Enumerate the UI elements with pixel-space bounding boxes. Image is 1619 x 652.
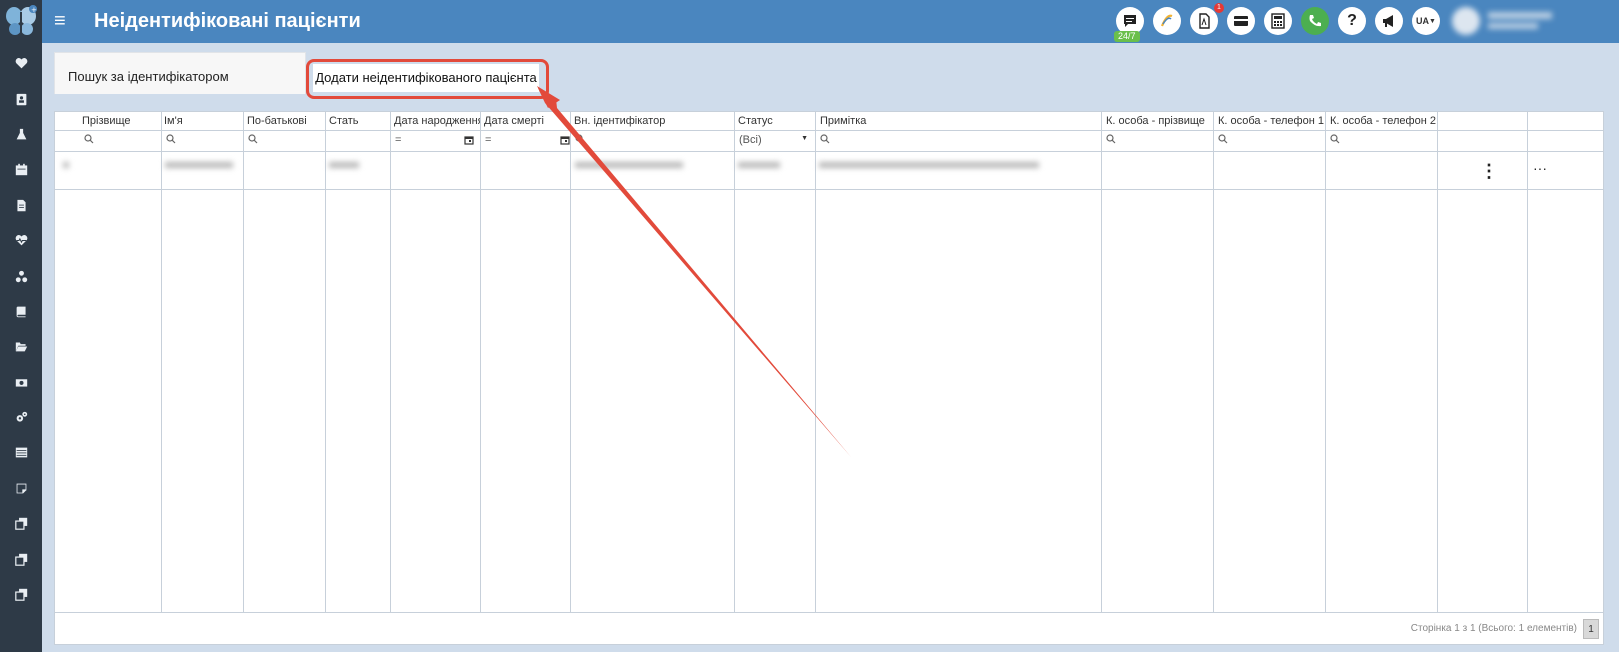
- equals-operator[interactable]: =: [395, 134, 401, 146]
- calendar-icon[interactable]: [464, 135, 474, 145]
- col-header-patronymic[interactable]: По-батькові: [244, 112, 324, 131]
- language-label: UA: [1416, 16, 1430, 26]
- pager-summary: Сторінка 1 з 1 (Всього: 1 елементів): [1410, 623, 1577, 634]
- helsi-icon[interactable]: [1153, 7, 1181, 35]
- calculator-icon[interactable]: [1264, 7, 1292, 35]
- list-icon[interactable]: [0, 435, 42, 470]
- search-icon: [1106, 134, 1116, 144]
- filter-note[interactable]: [817, 131, 1101, 152]
- language-selector[interactable]: UA ▼: [1412, 7, 1440, 35]
- filter-name[interactable]: [163, 131, 241, 152]
- hamburger-icon[interactable]: ≡: [54, 11, 66, 31]
- row-actions-menu-icon[interactable]: ⋮: [1480, 162, 1498, 180]
- note-icon[interactable]: [0, 471, 42, 506]
- filter-patronymic[interactable]: [245, 131, 323, 152]
- filter-contact-surname[interactable]: [1103, 131, 1213, 152]
- calendar-icon[interactable]: [560, 135, 570, 145]
- search-icon: [820, 134, 830, 144]
- notification-badge: 1: [1214, 3, 1224, 13]
- grid-pager: Сторінка 1 з 1 (Всього: 1 елементів) 1: [55, 612, 1603, 644]
- sidebar: +: [0, 0, 42, 652]
- phone-icon[interactable]: [1301, 7, 1329, 35]
- settings-icon[interactable]: [0, 400, 42, 435]
- heart-icon[interactable]: [0, 46, 42, 81]
- card-icon[interactable]: [1227, 7, 1255, 35]
- filter-death-date[interactable]: =: [482, 131, 570, 152]
- blurred-row-content: [55, 154, 1105, 200]
- more-options-icon[interactable]: ···: [1533, 160, 1547, 176]
- page-title: Неідентифіковані пацієнти: [94, 10, 361, 32]
- col-header-internal-id[interactable]: Вн. ідентифікатор: [571, 112, 735, 131]
- copy-icon-2[interactable]: [0, 541, 42, 576]
- col-header-birth-date[interactable]: Дата народження: [391, 112, 481, 131]
- filter-birth-date[interactable]: =: [392, 131, 480, 152]
- tab-search-by-id[interactable]: Пошук за ідентифікатором: [54, 52, 306, 94]
- user-name-line: [1488, 12, 1552, 19]
- heartbeat-icon[interactable]: [0, 223, 42, 258]
- money-icon[interactable]: [0, 365, 42, 400]
- equals-operator[interactable]: =: [485, 134, 491, 146]
- col-header-contact-phone-2[interactable]: К. особа - телефон 2: [1327, 112, 1439, 131]
- support-247-badge: 24/7: [1114, 31, 1140, 42]
- filter-contact-phone-1[interactable]: [1215, 131, 1325, 152]
- calendar-icon[interactable]: [0, 152, 42, 187]
- page-button[interactable]: 1: [1583, 619, 1599, 639]
- user-profile[interactable]: [1452, 7, 1562, 35]
- patients-grid: Прізвище Ім'я По-батькові Стать Дата нар…: [54, 111, 1604, 645]
- svg-text:+: +: [31, 6, 37, 14]
- pdf-icon[interactable]: [1190, 7, 1218, 35]
- filter-surname[interactable]: [81, 131, 159, 152]
- search-icon: [166, 134, 176, 144]
- filter-status-select[interactable]: (Всі) ▼: [736, 131, 814, 152]
- filter-internal-id[interactable]: [572, 131, 732, 152]
- folder-open-icon[interactable]: [0, 329, 42, 364]
- col-header-note[interactable]: Примітка: [817, 112, 1103, 131]
- contact-card-icon[interactable]: [0, 81, 42, 116]
- col-header-contact-surname[interactable]: К. особа - прізвище: [1103, 112, 1215, 131]
- col-header-sex[interactable]: Стать: [326, 112, 390, 131]
- butterfly-logo[interactable]: +: [4, 4, 38, 38]
- search-icon: [1330, 134, 1340, 144]
- book-icon[interactable]: [0, 294, 42, 329]
- user-role-line: [1488, 23, 1538, 29]
- col-header-contact-phone-1[interactable]: К. особа - телефон 1: [1215, 112, 1327, 131]
- document-icon[interactable]: [0, 188, 42, 223]
- megaphone-icon[interactable]: [1375, 7, 1403, 35]
- copy-icon[interactable]: [0, 506, 42, 541]
- search-icon: [1218, 134, 1228, 144]
- avatar: [1452, 7, 1480, 35]
- search-icon: [575, 134, 585, 144]
- hierarchy-icon[interactable]: [0, 258, 42, 293]
- col-header-status[interactable]: Статус: [735, 112, 817, 131]
- status-filter-value: (Всі): [739, 134, 762, 146]
- copy-icon-3[interactable]: [0, 577, 42, 612]
- grid-header: Прізвище Ім'я По-батькові Стать Дата нар…: [55, 112, 1603, 131]
- search-icon: [248, 134, 258, 144]
- col-header-death-date[interactable]: Дата смерті: [481, 112, 571, 131]
- help-icon[interactable]: ?: [1338, 7, 1366, 35]
- col-header-name[interactable]: Ім'я: [161, 112, 241, 131]
- search-icon: [84, 134, 94, 144]
- caret-down-icon: ▼: [801, 135, 808, 142]
- col-header-surname[interactable]: Прізвище: [79, 112, 159, 131]
- flask-icon[interactable]: [0, 117, 42, 152]
- caret-down-icon: ▼: [1429, 17, 1436, 25]
- highlight-annotation: [306, 59, 549, 99]
- filter-contact-phone-2[interactable]: [1327, 131, 1437, 152]
